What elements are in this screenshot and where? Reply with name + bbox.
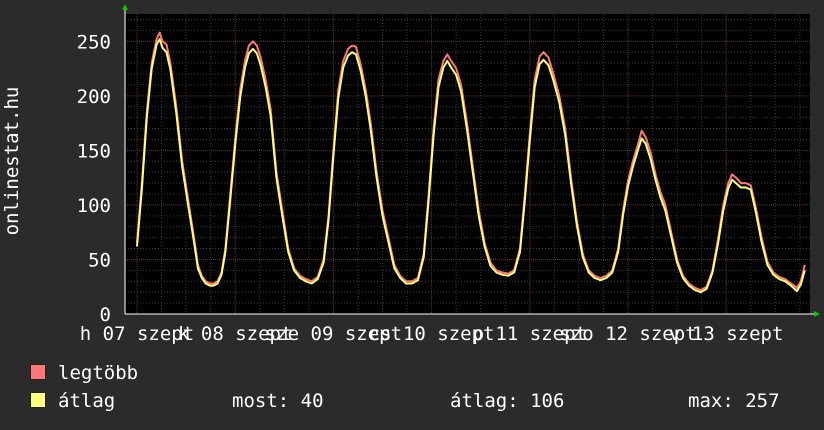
legend-swatch-avg: [30, 392, 46, 408]
y-axis-label: onlinestat.hu: [1, 86, 23, 236]
x-axis-arrow: [814, 311, 820, 317]
y-axis-arrow: [122, 4, 128, 10]
y-tick-label: 150: [77, 140, 111, 162]
y-tick-label: 100: [77, 195, 111, 217]
legend-item-max: legtöbb: [30, 362, 138, 384]
legend-label-max: legtöbb: [58, 362, 139, 384]
x-tick-label: v 13 szept: [669, 323, 783, 345]
y-tick-label: 50: [88, 249, 111, 271]
stat-max: max: 257: [688, 390, 780, 412]
legend-item-avg: átlag: [30, 390, 115, 412]
legend-swatch-max: [30, 364, 46, 380]
y-tick-label: 250: [77, 31, 111, 53]
legend-label-avg: átlag: [58, 390, 116, 412]
stat-avg: átlag: 106: [450, 390, 565, 412]
y-tick-label: 200: [77, 86, 111, 108]
stat-most: most: 40: [232, 390, 324, 412]
plot-area: [125, 14, 810, 314]
